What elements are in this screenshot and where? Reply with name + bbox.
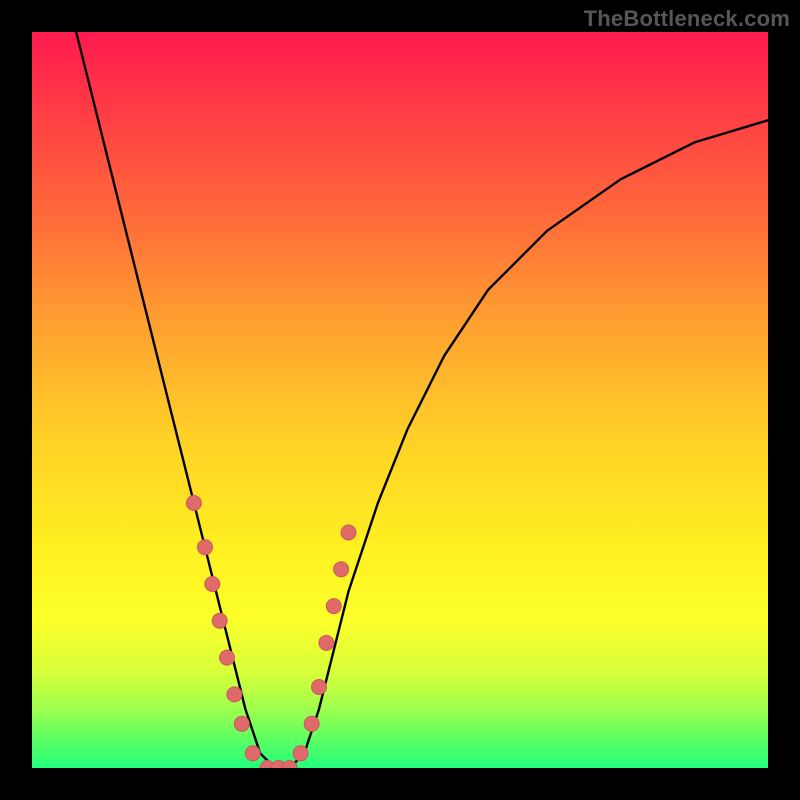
watermark-text: TheBottleneck.com	[584, 6, 790, 32]
marker-point	[212, 613, 227, 628]
marker-point	[234, 716, 249, 731]
marker-point	[220, 650, 235, 665]
marker-point	[326, 599, 341, 614]
marker-point	[293, 746, 308, 761]
marker-point	[227, 687, 242, 702]
curve-layer	[32, 32, 768, 768]
marker-point	[198, 540, 213, 555]
marker-point	[312, 680, 327, 695]
bottleneck-curve	[76, 32, 768, 768]
marker-point	[341, 525, 356, 540]
chart-frame: TheBottleneck.com	[0, 0, 800, 800]
marker-group	[186, 496, 356, 769]
chart-plot-area	[32, 32, 768, 768]
marker-point	[319, 635, 334, 650]
marker-point	[304, 716, 319, 731]
marker-point	[205, 577, 220, 592]
marker-point	[245, 746, 260, 761]
marker-point	[334, 562, 349, 577]
marker-point	[186, 496, 201, 511]
